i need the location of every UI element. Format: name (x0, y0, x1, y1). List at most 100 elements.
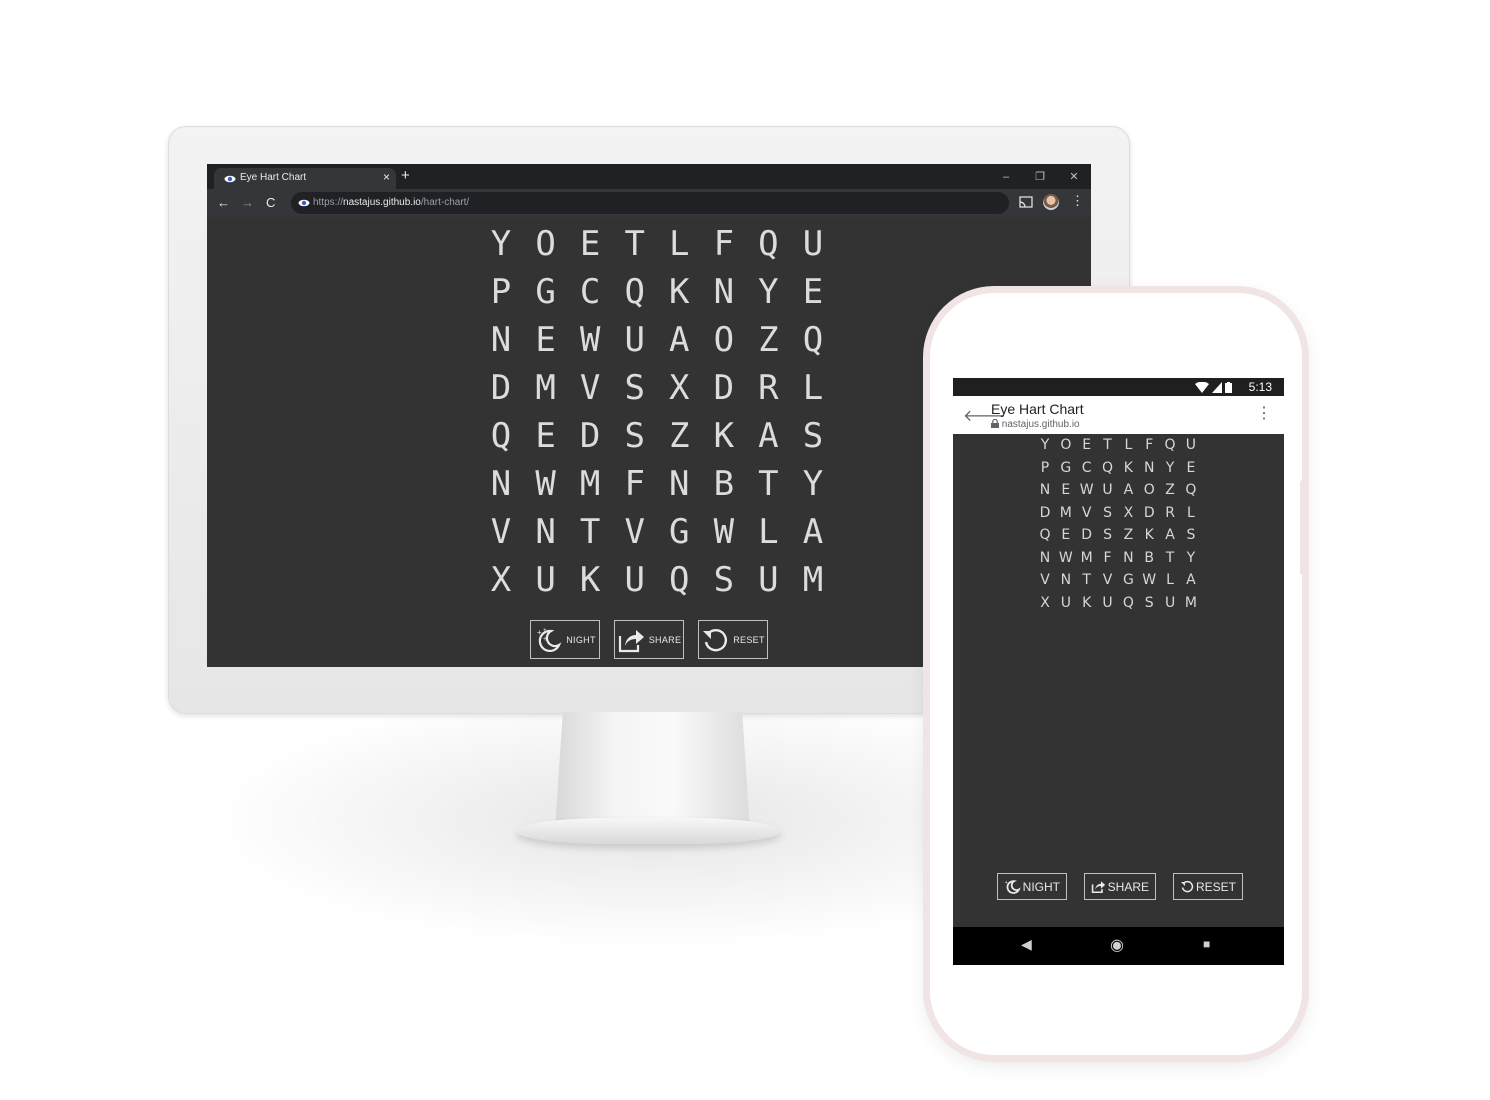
chart-letter: Q (758, 224, 779, 264)
tab-close-icon[interactable]: × (383, 170, 390, 184)
cast-icon[interactable] (1019, 196, 1033, 208)
share-label: SHARE (648, 634, 682, 645)
chart-letter: X (1040, 594, 1050, 611)
reset-button[interactable]: RESET (698, 620, 768, 659)
chart-letter: A (1123, 482, 1134, 499)
status-bar: 5:13 (953, 378, 1284, 396)
chart-letter: T (1165, 549, 1175, 566)
desktop-button-bar: + + + NIGHT SHARE RESET (530, 620, 768, 659)
chart-letter: N (669, 464, 690, 504)
chart-letter: M (1184, 594, 1197, 611)
nav-back-icon[interactable]: ◀ (1021, 936, 1032, 953)
chart-letter: N (1039, 482, 1051, 499)
share-button[interactable]: SHARE (614, 620, 684, 659)
chart-row: DMVSXDRL (1035, 502, 1201, 525)
chart-letter: M (1080, 549, 1093, 566)
chart-row: QEDSZKAS (1035, 524, 1201, 547)
address-bar[interactable]: https://nastajus.github.io/hart-chart/ (291, 192, 1009, 214)
chart-letter: Z (758, 320, 779, 360)
chart-letter: P (1040, 459, 1050, 476)
chart-letter: E (1082, 437, 1092, 454)
chart-letter: K (579, 560, 601, 600)
chart-letter: O (713, 320, 735, 360)
eye-icon (224, 175, 236, 183)
chart-letter: S (1186, 527, 1196, 544)
menu-icon[interactable]: ⋮ (1256, 403, 1272, 423)
night-label: NIGHT (566, 634, 596, 645)
chart-letter: N (1060, 572, 1072, 589)
share-button[interactable]: SHARE (1084, 873, 1156, 900)
chart-letter: T (1103, 437, 1112, 454)
chart-letter: Q (1039, 527, 1051, 544)
chart-letter: D (1081, 527, 1093, 544)
chart-letter: E (535, 416, 556, 456)
chart-row: NWMFNBTY (479, 460, 835, 508)
chart-letter: N (1039, 549, 1051, 566)
svg-text:+: + (543, 628, 547, 634)
eye-chart-grid: YOETLFQUPGCQKNYENEWUAOZQDMVSXDRLQEDSZKAS… (479, 220, 835, 604)
chart-letter: W (713, 512, 735, 552)
reload-icon[interactable]: C (266, 195, 275, 210)
chart-letter: A (1165, 527, 1175, 544)
chart-letter: T (579, 512, 601, 552)
moon-stars-icon: + + + (537, 628, 562, 652)
reset-button[interactable]: RESET (1173, 873, 1243, 900)
chart-letter: B (713, 464, 735, 504)
chart-letter: W (579, 320, 601, 360)
chart-letter: X (490, 560, 512, 600)
chart-letter: N (535, 512, 556, 552)
chart-letter: N (1143, 459, 1155, 476)
svg-text:+: + (1005, 880, 1008, 886)
chart-letter: D (1039, 504, 1051, 521)
chart-letter: C (579, 272, 601, 312)
chart-letter: A (758, 416, 779, 456)
chart-letter: Z (669, 416, 690, 456)
chart-letter: K (713, 416, 735, 456)
chart-row: YOETLFQU (1035, 434, 1201, 457)
minimize-button[interactable]: – (994, 168, 1018, 186)
chart-letter: K (1144, 527, 1154, 544)
back-arrow-icon[interactable]: ← (217, 195, 230, 210)
chart-letter: K (669, 272, 690, 312)
chart-letter: L (669, 224, 690, 264)
chart-letter: U (1060, 594, 1071, 611)
chart-letter: T (1082, 572, 1091, 589)
night-button[interactable]: + NIGHT (997, 873, 1067, 900)
page-title: Eye Hart Chart (991, 401, 1084, 417)
chart-row: NEWUAOZQ (479, 316, 835, 364)
chart-letter: G (1060, 459, 1072, 476)
chart-letter: R (758, 368, 779, 408)
chart-letter: F (713, 224, 735, 264)
chart-letter: Y (1040, 437, 1050, 454)
url-text: https://nastajus.github.io/hart-chart/ (313, 197, 469, 208)
nav-recents-icon[interactable]: ■ (1203, 937, 1210, 951)
chart-letter: A (669, 320, 690, 360)
restore-button[interactable]: ❐ (1028, 168, 1052, 186)
night-button[interactable]: + + + NIGHT (530, 620, 600, 659)
chart-letter: W (1058, 549, 1073, 566)
chart-letter: A (802, 512, 824, 552)
chart-letter: N (490, 464, 512, 504)
chart-letter: S (624, 368, 645, 408)
share-label: SHARE (1107, 879, 1149, 894)
tab-eye-hart-chart[interactable]: Eye Hart Chart × (214, 168, 396, 189)
chart-row: YOETLFQU (479, 220, 835, 268)
page-url-text: nastajus.github.io (1001, 419, 1080, 430)
chart-letter: U (535, 560, 556, 600)
close-window-button[interactable]: ✕ (1062, 168, 1086, 186)
chart-letter: T (758, 464, 779, 504)
forward-arrow-icon[interactable]: → (241, 195, 254, 210)
browser-menu-icon[interactable]: ⋮ (1071, 193, 1084, 209)
status-time: 5:13 (1248, 380, 1272, 394)
chart-letter: D (1143, 504, 1155, 521)
chart-letter: M (579, 464, 601, 504)
chart-letter: Q (1122, 594, 1134, 611)
new-tab-button[interactable]: + (401, 167, 410, 184)
chart-row: QEDSZKAS (479, 412, 835, 460)
nav-home-icon[interactable]: ◉ (1110, 935, 1124, 955)
chart-row: NWMFNBTY (1035, 547, 1201, 570)
chart-letter: S (1103, 504, 1112, 521)
chart-letter: G (535, 272, 556, 312)
reset-icon (1180, 880, 1194, 893)
profile-avatar[interactable] (1043, 194, 1059, 210)
